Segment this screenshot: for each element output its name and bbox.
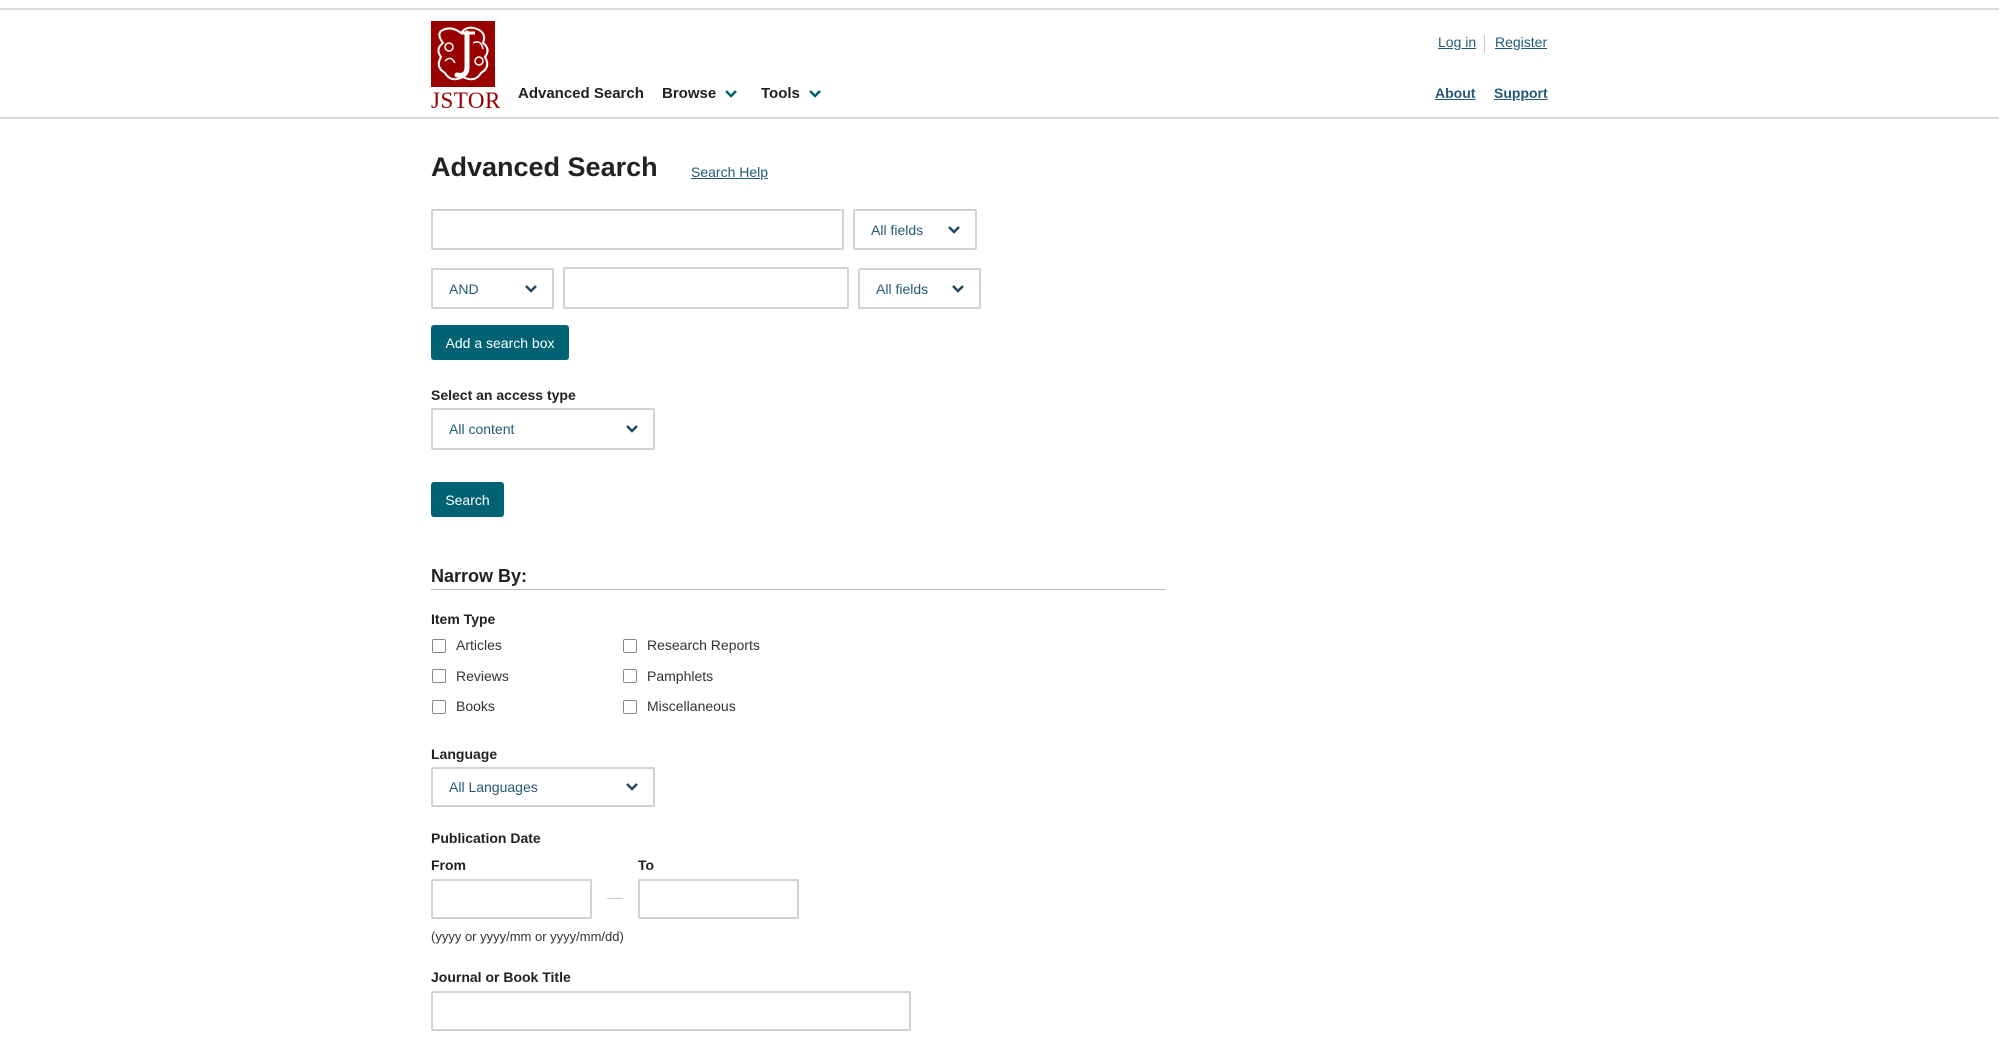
checkbox-label-books: Books: [456, 698, 495, 714]
chevron-down-icon: [951, 284, 965, 294]
nav-browse[interactable]: Browse: [662, 85, 738, 102]
support-link[interactable]: Support: [1494, 85, 1548, 101]
logo-emblem: [431, 21, 495, 87]
access-type-value: All content: [449, 421, 515, 437]
nav-advanced-search[interactable]: Advanced Search: [518, 85, 644, 102]
date-format-hint: (yyyy or yyyy/mm or yyyy/mm/dd): [431, 929, 624, 944]
operator-select[interactable]: AND: [431, 268, 554, 309]
field-select-2-value: All fields: [876, 280, 929, 297]
journal-title-label: Journal or Book Title: [431, 969, 571, 985]
checkbox-research-reports[interactable]: [623, 639, 637, 653]
checkbox-label-reviews: Reviews: [456, 668, 509, 684]
about-link[interactable]: About: [1435, 85, 1475, 101]
chevron-down-icon: [524, 284, 538, 294]
checkbox-label-pamphlets: Pamphlets: [647, 668, 714, 684]
chevron-down-icon: [625, 782, 639, 792]
checkbox-articles[interactable]: [432, 639, 446, 653]
logo-wordmark: JSTOR: [431, 88, 501, 113]
operator-select-value: AND: [449, 280, 479, 297]
jstor-logo[interactable]: JSTOR: [431, 21, 501, 116]
to-label: To: [638, 857, 655, 873]
top-border: [0, 8, 1999, 10]
checkbox-pamphlets[interactable]: [623, 669, 637, 683]
checkbox-label-articles: Articles: [456, 637, 502, 653]
field-select-1[interactable]: All fields: [853, 209, 977, 250]
chevron-down-icon: [808, 89, 822, 99]
account-divider: [1484, 35, 1485, 53]
narrow-by-divider: [431, 589, 1165, 590]
nav-tools-label: Tools: [761, 85, 800, 102]
narrow-by-heading: Narrow By:: [431, 566, 528, 586]
nav-browse-label: Browse: [662, 85, 717, 102]
checkbox-label-miscellaneous: Miscellaneous: [647, 698, 736, 714]
login-link[interactable]: Log in: [1438, 34, 1476, 50]
search-input-1[interactable]: [431, 209, 844, 250]
access-type-label: Select an access type: [431, 387, 576, 403]
access-type-select[interactable]: All content: [431, 408, 655, 450]
item-type-label: Item Type: [431, 611, 496, 627]
checkbox-miscellaneous[interactable]: [623, 700, 637, 714]
field-select-2[interactable]: All fields: [858, 268, 981, 309]
register-link[interactable]: Register: [1495, 34, 1547, 50]
search-input-2[interactable]: [563, 267, 849, 309]
checkbox-books[interactable]: [432, 700, 446, 714]
nav-advanced-search-label: Advanced Search: [518, 85, 644, 102]
checkbox-reviews[interactable]: [432, 669, 446, 683]
add-search-box-button[interactable]: Add a search box: [431, 325, 569, 360]
checkbox-label-research-reports: Research Reports: [647, 637, 760, 653]
date-range-dash: [607, 898, 623, 899]
journal-title-input[interactable]: [431, 991, 911, 1031]
language-label: Language: [431, 746, 498, 762]
language-value: All Languages: [449, 779, 538, 795]
search-help-link[interactable]: Search Help: [691, 164, 768, 180]
language-select[interactable]: All Languages: [431, 767, 655, 807]
date-to-input[interactable]: [638, 879, 799, 919]
field-select-1-value: All fields: [871, 221, 924, 238]
from-label: From: [431, 857, 466, 873]
chevron-down-icon: [724, 89, 738, 99]
chevron-down-icon: [947, 225, 961, 235]
nav-tools[interactable]: Tools: [761, 85, 822, 102]
page-title: Advanced Search: [431, 152, 658, 182]
chevron-down-icon: [625, 424, 639, 434]
publication-date-label: Publication Date: [431, 830, 541, 846]
search-button[interactable]: Search: [431, 482, 504, 517]
header-border: [0, 117, 1999, 119]
date-from-input[interactable]: [431, 879, 592, 919]
